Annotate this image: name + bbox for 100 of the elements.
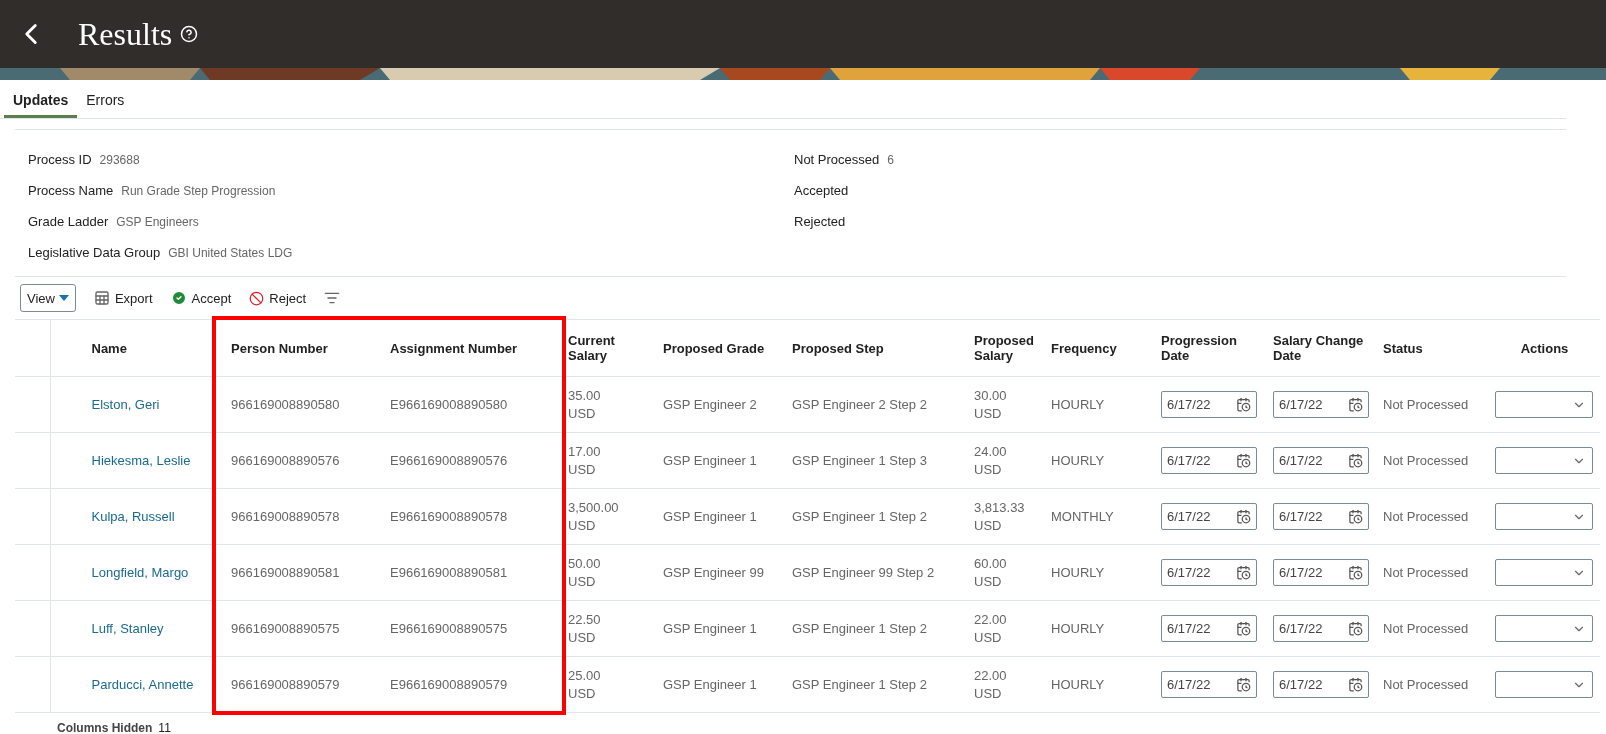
salary-text: 3,500.00 USD — [568, 498, 620, 535]
column-header: Progression Date — [1155, 319, 1267, 377]
column-header: Assignment Number — [384, 319, 557, 377]
column-header: Status — [1377, 319, 1489, 377]
date-field[interactable]: 6/17/22 — [1273, 503, 1369, 530]
calendar-icon[interactable] — [1348, 397, 1363, 412]
table-cell-text: 966169008890575 — [231, 621, 340, 636]
table-cell-text: HOURLY — [1051, 397, 1105, 412]
field-label: Not Processed — [794, 152, 880, 167]
export-button[interactable]: Export — [93, 290, 153, 306]
table-cell-text: GSP Engineer 1 — [663, 509, 757, 524]
salary-text: 17.00 USD — [568, 442, 602, 479]
table-cell-text: E966169008890575 — [390, 621, 508, 636]
columns-hidden-label: Columns Hidden — [57, 721, 153, 734]
field-value: 293688 — [99, 152, 140, 167]
date-field[interactable]: 6/17/22 — [1161, 615, 1257, 642]
table-cell-text: GSP Engineer 1 Step 2 — [792, 677, 927, 692]
calendar-icon[interactable] — [1348, 565, 1363, 580]
date-field[interactable]: 6/17/22 — [1273, 447, 1369, 474]
calendar-icon[interactable] — [1348, 509, 1363, 524]
employee-name-link[interactable]: Longfield, Margo — [91, 565, 189, 580]
table-cell-text: HOURLY — [1051, 677, 1105, 692]
actions-dropdown[interactable] — [1495, 615, 1593, 642]
filter-icon — [324, 290, 341, 306]
date-field[interactable]: 6/17/22 — [1161, 503, 1257, 530]
field-label: Legislative Data Group — [28, 245, 161, 260]
table-cell-text: Not Processed — [1383, 565, 1469, 580]
calendar-icon[interactable] — [1236, 565, 1251, 580]
columns-hidden-count: 11 — [158, 721, 171, 734]
reject-button[interactable]: Reject — [249, 290, 307, 306]
date-field[interactable]: 6/17/22 — [1273, 391, 1369, 418]
table-cell-text: GSP Engineer 1 — [663, 677, 757, 692]
salary-text: 50.00 USD — [568, 554, 602, 591]
column-header: Proposed Step — [786, 319, 968, 377]
table-cell-text: GSP Engineer 2 Step 2 — [792, 397, 927, 412]
column-header: Current Salary — [557, 319, 657, 377]
table-cell-text: GSP Engineer 1 Step 3 — [792, 453, 927, 468]
calendar-icon[interactable] — [1236, 397, 1251, 412]
date-field[interactable]: 6/17/22 — [1161, 447, 1257, 474]
accept-button[interactable]: Accept — [170, 290, 232, 306]
calendar-icon[interactable] — [1348, 621, 1363, 636]
field-label: Process ID — [28, 152, 92, 167]
tab[interactable]: Errors — [77, 80, 134, 118]
salary-text: 35.00 USD — [568, 386, 602, 423]
table-cell-text: GSP Engineer 1 Step 2 — [792, 621, 927, 636]
calendar-icon[interactable] — [1348, 453, 1363, 468]
actions-dropdown[interactable] — [1495, 503, 1593, 530]
view-menu-button[interactable]: View — [20, 284, 76, 312]
table-cell-text: GSP Engineer 99 Step 2 — [792, 565, 935, 580]
field-label: Process Name — [28, 183, 114, 198]
table-cell-text: 966169008890580 — [231, 397, 340, 412]
field-value: Run Grade Step Progression — [121, 183, 276, 198]
field-value: GSP Engineers — [116, 214, 199, 229]
table-cell-text: GSP Engineer 1 Step 2 — [792, 509, 927, 524]
calendar-icon[interactable] — [1236, 453, 1251, 468]
employee-name-link[interactable]: Kulpa, Russell — [91, 509, 175, 524]
employee-name-link[interactable]: Luff, Stanley — [91, 621, 164, 636]
employee-name-link[interactable]: Elston, Geri — [91, 397, 160, 412]
salary-text: 30.00 USD — [974, 386, 1008, 423]
column-header: Proposed Grade — [657, 319, 786, 377]
spreadsheet-icon — [93, 290, 110, 306]
tab[interactable]: Updates — [4, 80, 78, 118]
table-cell-text: 966169008890578 — [231, 509, 340, 524]
table-cell-text: 966169008890576 — [231, 453, 340, 468]
caret-icon — [58, 295, 69, 301]
date-field[interactable]: 6/17/22 — [1273, 671, 1369, 698]
filter-button[interactable] — [324, 290, 341, 306]
column-header: Name — [50, 319, 211, 377]
table-cell-text: E966169008890579 — [390, 677, 508, 692]
table-cell-text: E966169008890580 — [390, 397, 508, 412]
salary-text: 22.00 USD — [974, 666, 1008, 703]
check-circle-icon — [170, 290, 187, 306]
calendar-icon[interactable] — [1236, 621, 1251, 636]
table-cell-text: Not Processed — [1383, 677, 1469, 692]
field-value: 6 — [887, 152, 894, 167]
date-field[interactable]: 6/17/22 — [1161, 559, 1257, 586]
employee-name-link[interactable]: Hiekesma, Leslie — [91, 453, 191, 468]
actions-dropdown[interactable] — [1495, 671, 1593, 698]
field-label: Grade Ladder — [28, 214, 109, 229]
calendar-icon[interactable] — [1236, 509, 1251, 524]
table-cell-text: Not Processed — [1383, 453, 1469, 468]
table-cell-text: Not Processed — [1383, 397, 1469, 412]
date-field[interactable]: 6/17/22 — [1161, 671, 1257, 698]
calendar-icon[interactable] — [1348, 677, 1363, 692]
field-label: Rejected — [794, 214, 846, 229]
actions-dropdown[interactable] — [1495, 447, 1593, 474]
actions-dropdown[interactable] — [1495, 559, 1593, 586]
ban-icon — [249, 290, 265, 306]
employee-name-link[interactable]: Parducci, Annette — [91, 677, 194, 692]
table-cell-text: E966169008890576 — [390, 453, 508, 468]
actions-dropdown[interactable] — [1495, 391, 1593, 418]
date-field[interactable]: 6/17/22 — [1273, 615, 1369, 642]
table-cell-text: HOURLY — [1051, 565, 1105, 580]
calendar-icon[interactable] — [1236, 677, 1251, 692]
date-field[interactable]: 6/17/22 — [1273, 559, 1369, 586]
help-icon[interactable] — [180, 25, 199, 43]
date-field[interactable]: 6/17/22 — [1161, 391, 1257, 418]
table-cell-text: 966169008890579 — [231, 677, 340, 692]
table-cell-text: GSP Engineer 99 — [663, 565, 764, 580]
table-cell-text: 966169008890581 — [231, 565, 340, 580]
